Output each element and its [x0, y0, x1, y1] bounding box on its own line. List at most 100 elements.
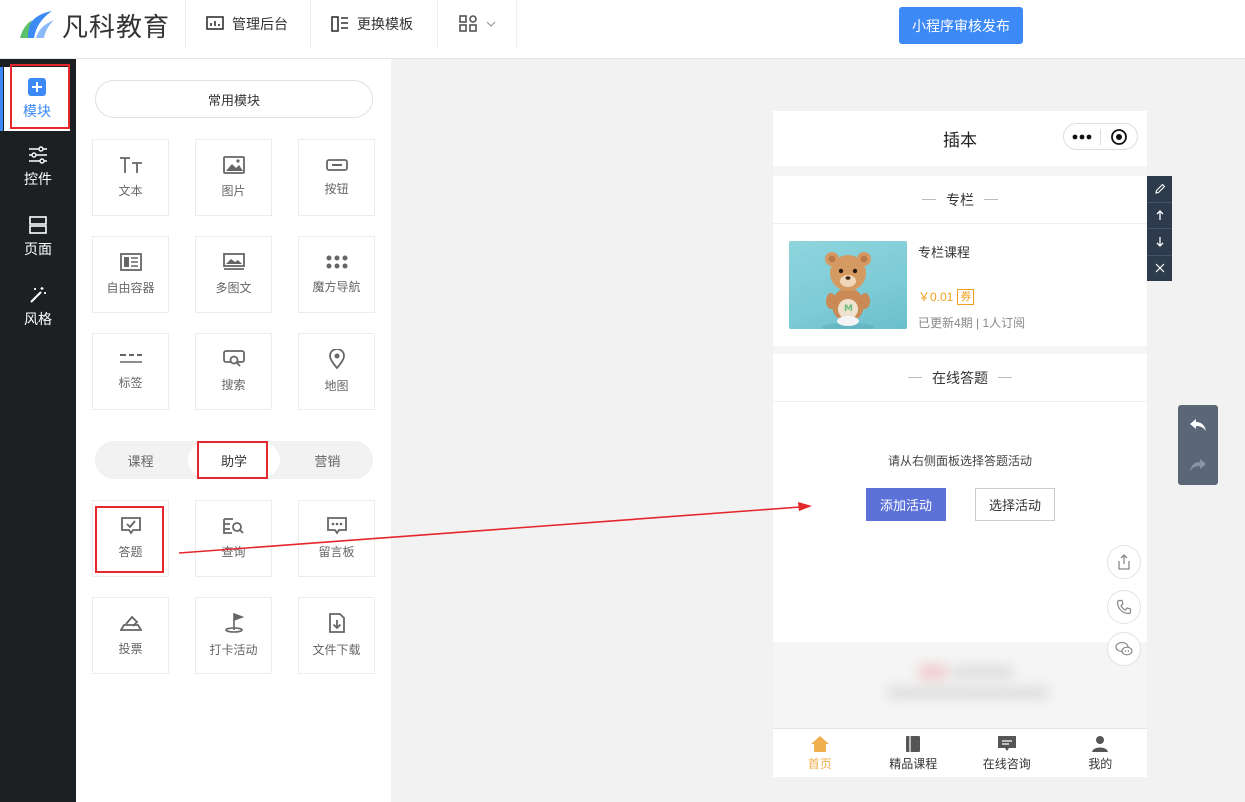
module-button[interactable]: 按钮 [298, 139, 375, 216]
module-panel: 常用模块 文本 图片 按钮 自由容器 多图文 魔方导航 标签 搜索 地图 课程 … [76, 59, 391, 802]
module-tabs[interactable]: 标签 [92, 333, 169, 410]
module-label: 留言板 [318, 545, 355, 559]
module-message-board[interactable]: 留言板 [298, 500, 375, 577]
apps-grid-icon [459, 15, 477, 32]
tab-course[interactable]: 课程 [95, 443, 186, 477]
module-map[interactable]: 地图 [298, 333, 375, 410]
tab-study[interactable]: 助学 [188, 443, 280, 477]
quiz-section[interactable]: 在线答题 请从右侧面板选择答题活动 添加活动 选择活动 [773, 354, 1147, 642]
wechat-button[interactable] [1107, 632, 1141, 666]
module-checkin[interactable]: 打卡活动 [195, 597, 272, 674]
top-bar: 凡科教育 管理后台 更换模板 小程序审核发布 [0, 0, 1245, 59]
column-section[interactable]: 专栏 M 专栏课程 ￥0.01 券 已更新4期 | 1人订阅 [773, 176, 1147, 346]
quiz-section-heading: 在线答题 [773, 354, 1147, 402]
tabbar-consult[interactable]: 在线咨询 [960, 729, 1054, 777]
nav-template[interactable]: 更换模板 [310, 0, 433, 48]
tabbar-home[interactable]: 首页 [773, 729, 867, 777]
sidebar-item-label: 风格 [24, 311, 52, 327]
message-board-icon [326, 517, 347, 535]
map-pin-icon [328, 349, 345, 369]
publish-button[interactable]: 小程序审核发布 [899, 7, 1023, 44]
undo-redo-panel [1178, 405, 1218, 485]
coupon-badge: 券 [957, 288, 975, 305]
module-file-download[interactable]: 文件下载 [298, 597, 375, 674]
add-activity-button[interactable]: 添加活动 [866, 488, 946, 521]
edit-pencil-icon[interactable] [1147, 176, 1172, 203]
price-value: ￥0.01 [918, 290, 954, 304]
module-label: 查询 [221, 545, 246, 559]
chat-icon [997, 735, 1016, 751]
tabbar-mine[interactable]: 我的 [1054, 729, 1148, 777]
grid-dots-icon [326, 255, 347, 269]
module-label: 按钮 [324, 182, 349, 196]
section-title: 专栏 [946, 191, 974, 208]
divider [984, 199, 998, 200]
sliders-icon [29, 146, 47, 164]
tabbar-courses[interactable]: 精品课程 [867, 729, 961, 777]
module-label: 自由容器 [106, 281, 155, 295]
module-label: 文件下载 [312, 643, 361, 657]
layout-icon [29, 216, 47, 234]
chevron-down-icon [486, 21, 496, 27]
undo-button[interactable] [1178, 405, 1218, 445]
module-multi-image[interactable]: 多图文 [195, 236, 272, 313]
phone-call-button[interactable] [1107, 590, 1141, 624]
sidebar-item-pages[interactable]: 页面 [0, 205, 76, 269]
mini-program-capsule[interactable] [1063, 123, 1138, 150]
wechat-icon [1115, 641, 1133, 656]
share-icon [1118, 554, 1130, 570]
module-cube-nav[interactable]: 魔方导航 [298, 236, 375, 313]
container-icon [119, 253, 142, 271]
module-query[interactable]: 查询 [195, 500, 272, 577]
module-vote[interactable]: 投票 [92, 597, 169, 674]
module-label: 文本 [118, 184, 143, 198]
dashboard-icon [206, 16, 224, 30]
button-icon [325, 159, 348, 171]
magic-wand-icon [30, 287, 46, 303]
sidebar-item-modules[interactable]: 模块 [0, 67, 70, 131]
nav-apps[interactable] [437, 0, 517, 48]
tabbar-label: 首页 [807, 756, 832, 771]
more-icon[interactable] [1064, 124, 1100, 149]
close-icon[interactable] [1147, 256, 1172, 282]
close-circle-icon[interactable] [1101, 124, 1137, 149]
module-search[interactable]: 搜索 [195, 333, 272, 410]
divider [922, 199, 936, 200]
common-modules-header[interactable]: 常用模块 [95, 80, 373, 118]
sidebar-item-label: 控件 [24, 171, 52, 187]
sidebar-item-controls[interactable]: 控件 [0, 135, 76, 199]
tabbar-label: 精品课程 [889, 756, 938, 771]
nav-template-label: 更换模板 [357, 16, 413, 32]
module-text[interactable]: 文本 [92, 139, 169, 216]
tab-marketing[interactable]: 营销 [282, 443, 373, 477]
sidebar-item-label: 页面 [24, 241, 52, 257]
redo-button[interactable] [1178, 445, 1218, 485]
query-icon [222, 518, 244, 534]
logo[interactable]: 凡科教育 [18, 8, 170, 42]
tabbar-label: 我的 [1088, 756, 1113, 771]
nav-admin[interactable]: 管理后台 [185, 0, 308, 48]
tabs-icon [119, 354, 142, 363]
course-name[interactable]: 专栏课程 [918, 242, 970, 261]
module-quiz[interactable]: 答题 [92, 500, 169, 577]
move-down-icon[interactable] [1147, 229, 1172, 256]
text-icon [119, 157, 142, 173]
vote-icon [119, 615, 142, 631]
phone-icon [1116, 599, 1132, 615]
move-up-icon[interactable] [1147, 203, 1172, 229]
module-label: 投票 [118, 642, 143, 656]
module-edit-toolbar [1147, 176, 1172, 281]
module-label: 魔方导航 [312, 280, 361, 294]
module-image[interactable]: 图片 [195, 139, 272, 216]
quiz-hint: 请从右侧面板选择答题活动 [887, 454, 1032, 468]
share-button[interactable] [1107, 545, 1141, 579]
select-activity-button[interactable]: 选择活动 [975, 488, 1055, 521]
tabbar-label: 在线咨询 [982, 756, 1031, 771]
module-free-container[interactable]: 自由容器 [92, 236, 169, 313]
module-label: 图片 [221, 184, 246, 198]
module-label: 搜索 [221, 378, 246, 392]
sidebar-item-style[interactable]: 风格 [0, 275, 76, 339]
divider [908, 377, 922, 378]
course-thumbnail[interactable]: M [789, 241, 907, 329]
module-category-tabs: 课程 助学 营销 [95, 441, 373, 479]
